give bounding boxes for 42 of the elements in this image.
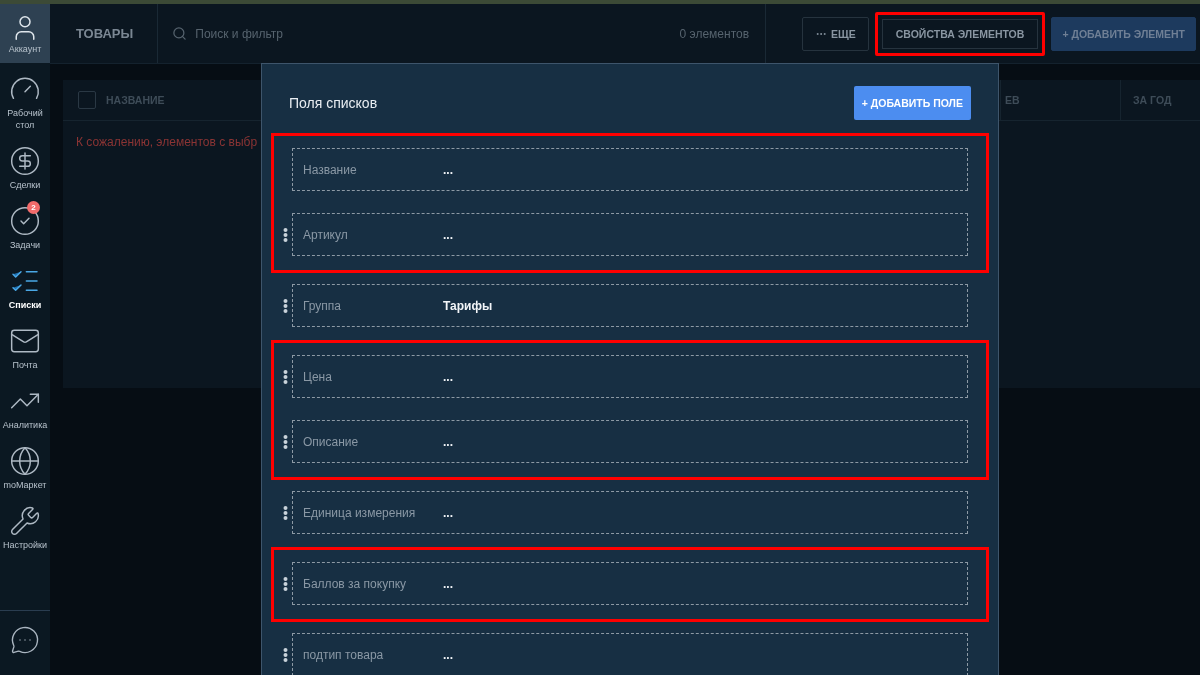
drag-handle-icon[interactable] <box>283 648 288 662</box>
column-header: ЗА ГОД <box>1133 94 1172 106</box>
count-badge: 2 <box>27 201 40 214</box>
list-field[interactable]: Баллов за покупку ... <box>292 562 968 605</box>
column-header: ЕВ <box>1005 94 1020 106</box>
page-title: ТОВАРЫ <box>75 26 135 41</box>
wrench-icon <box>9 505 41 537</box>
drag-handle-icon[interactable] <box>283 299 288 313</box>
drag-handle-icon[interactable] <box>283 370 288 384</box>
sidebar-item[interactable]: moМаркет <box>0 435 50 495</box>
globe-icon <box>9 445 41 477</box>
check-icon <box>9 205 41 237</box>
sidebar-item[interactable]: Почта <box>0 315 50 375</box>
dollar-icon <box>9 145 41 177</box>
column-header: НАЗВАНИЕ <box>106 94 165 106</box>
search-icon <box>172 26 188 41</box>
list-field[interactable]: Цена ... <box>292 355 968 398</box>
list-field[interactable]: Группа Тарифы <box>292 284 968 327</box>
search-field[interactable]: Поиск и фильтр <box>193 25 674 42</box>
properties-button[interactable]: СВОЙСТВА ЭЛЕМЕНТОВ <box>874 11 1046 56</box>
drag-handle-icon[interactable] <box>283 228 288 242</box>
list-field[interactable]: Название ... <box>292 148 968 191</box>
more-button[interactable]: ЕЩЕ <box>802 16 869 51</box>
sidebar-item[interactable]: Сделки <box>0 135 50 195</box>
drag-handle-icon[interactable] <box>283 506 288 520</box>
select-all-checkbox[interactable] <box>78 91 96 109</box>
list-field[interactable]: Единица измерения ... <box>292 491 968 534</box>
sidebar-item[interactable]: Настройки <box>0 495 50 555</box>
list-field[interactable]: Описание ... <box>292 420 968 463</box>
account-button[interactable]: Аккаунт <box>0 4 50 63</box>
dialog-title: Поля списков <box>289 95 378 111</box>
list-field[interactable]: Артикул ... <box>292 213 968 256</box>
chat-icon[interactable] <box>10 625 40 655</box>
drag-handle-icon[interactable] <box>283 435 288 449</box>
sidebar-item[interactable]: Аналитика <box>0 375 50 435</box>
sidebar-item[interactable]: Задачи 2 <box>0 195 50 255</box>
empty-message: К сожалению, элементов с выбр <box>75 134 259 149</box>
sidebar-item[interactable]: Списки <box>0 255 50 315</box>
item-count: 0 элементов <box>679 26 750 41</box>
drag-handle-icon[interactable] <box>283 577 288 591</box>
list-field[interactable]: подтип товара ... <box>292 633 968 675</box>
sidebar-item[interactable]: Рабочий стол <box>0 63 50 135</box>
